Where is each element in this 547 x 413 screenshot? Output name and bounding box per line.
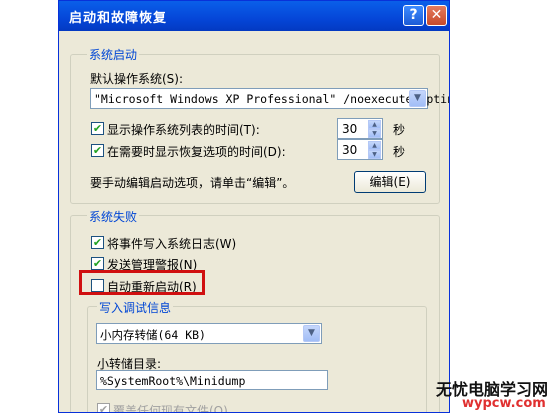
spin-up-icon[interactable]: ▲: [368, 120, 381, 129]
show-recovery-spinner[interactable]: 30 ▲ ▼: [337, 139, 383, 160]
startup-recovery-dialog: 启动和故障恢复 ? ✕ 系统启动 默认操作系统(S): "Microsoft W…: [58, 0, 450, 413]
spin-down-icon[interactable]: ▼: [368, 129, 381, 138]
show-os-list-checkbox[interactable]: ✔: [91, 122, 104, 135]
overwrite-checkbox[interactable]: ✔: [97, 403, 110, 412]
spin-up-icon[interactable]: ▲: [368, 141, 381, 150]
show-recovery-label: 在需要时显示恢复选项的时间(D):: [107, 145, 286, 159]
close-button[interactable]: ✕: [426, 5, 447, 26]
seconds-unit-1: 秒: [393, 123, 406, 137]
system-failure-legend: 系统失败: [87, 208, 140, 225]
default-os-label: 默认操作系统(S):: [90, 72, 184, 86]
help-button[interactable]: ?: [403, 5, 424, 26]
debug-info-legend: 写入调试信息: [97, 299, 174, 316]
title-bar: 启动和故障恢复 ? ✕: [59, 1, 449, 31]
show-recovery-checkbox[interactable]: ✔: [91, 144, 104, 157]
seconds-unit-2: 秒: [393, 145, 406, 159]
write-event-log-checkbox[interactable]: ✔: [91, 236, 104, 249]
write-event-log-label: 将事件写入系统日志(W): [107, 237, 237, 251]
chevron-down-icon[interactable]: ▼: [409, 90, 426, 107]
show-os-list-spinner[interactable]: 30 ▲ ▼: [337, 118, 383, 139]
spin-down-icon[interactable]: ▼: [368, 150, 381, 159]
system-startup-legend: 系统启动: [87, 46, 140, 63]
overwrite-label: 覆盖任何现有文件(O): [113, 404, 228, 413]
show-recovery-value: 30: [342, 143, 358, 157]
edit-button[interactable]: 编辑(E): [354, 171, 426, 193]
dump-dir-value: %SystemRoot%\Minidump: [100, 374, 246, 388]
manual-edit-text: 要手动编辑启动选项，请单击“编辑”。: [90, 176, 295, 190]
debug-type-value: 小内存转储(64 KB): [100, 328, 206, 342]
watermark-url: wypcw.com: [462, 396, 546, 411]
show-os-list-label: 显示操作系统列表的时间(T):: [107, 123, 260, 137]
default-os-value: "Microsoft Windows XP Professional" /noe…: [94, 92, 450, 106]
chevron-down-icon[interactable]: ▼: [303, 325, 320, 342]
dump-dir-input[interactable]: %SystemRoot%\Minidump: [96, 370, 328, 390]
dialog-title: 启动和故障恢复: [69, 11, 168, 26]
highlight-box: [79, 270, 205, 295]
show-os-list-value: 30: [342, 122, 358, 136]
default-os-select[interactable]: "Microsoft Windows XP Professional" /noe…: [90, 88, 449, 109]
send-alert-checkbox[interactable]: ✔: [91, 257, 104, 270]
debug-type-select[interactable]: 小内存转储(64 KB) ▼: [96, 323, 322, 344]
